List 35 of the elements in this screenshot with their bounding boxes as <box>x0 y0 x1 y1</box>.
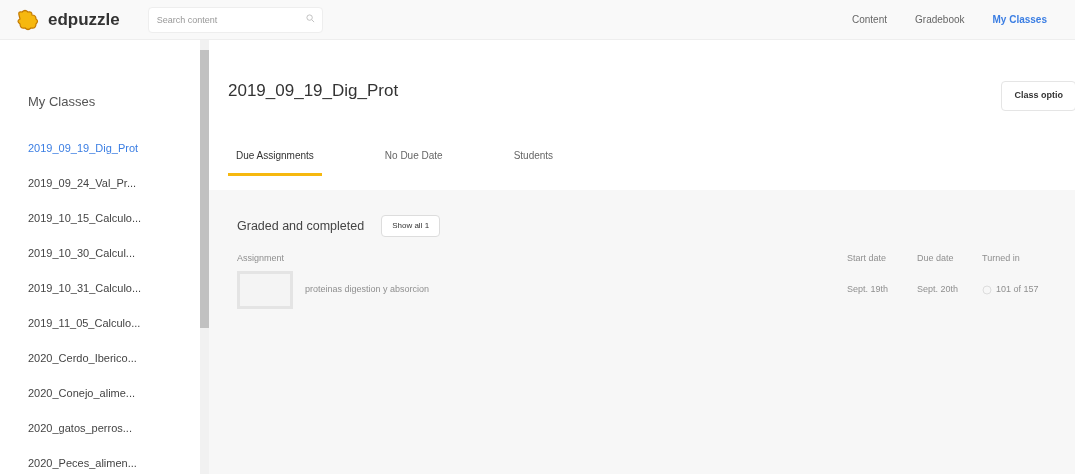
logo-text: edpuzzle <box>48 8 120 31</box>
column-header: Due date <box>917 252 955 266</box>
start-date: Sept. 19th <box>847 283 890 297</box>
class-item[interactable]: 2019_11_05_Calculo... <box>28 314 200 350</box>
tab[interactable]: No Due Date <box>376 148 451 176</box>
class-item[interactable]: 2020_Peces_alimen... <box>28 454 200 474</box>
class-item[interactable]: 2019_10_15_Calculo... <box>28 209 200 245</box>
nav-link[interactable]: Gradebook <box>915 12 965 27</box>
nav-link[interactable]: Content <box>852 12 888 27</box>
puzzle-logo-icon <box>16 8 40 31</box>
column-header: Start date <box>847 252 888 266</box>
tab[interactable]: Students <box>505 148 562 176</box>
column-header: Turned in <box>982 252 1021 266</box>
class-item[interactable]: 2020_Conejo_alime... <box>28 384 200 420</box>
turned-in-count: 101 of 157 <box>996 283 1039 297</box>
scrollbar[interactable] <box>200 40 209 474</box>
search-field[interactable]: Search content <box>147 7 323 33</box>
class-item[interactable]: 2019_10_30_Calcul... <box>28 244 200 280</box>
class-options-button[interactable]: Class optio <box>1001 81 1075 111</box>
nav-link[interactable]: My Classes <box>992 12 1047 27</box>
class-item[interactable]: 2020_gatos_perros... <box>28 419 200 455</box>
assignment-name: proteinas digestion y absorcion <box>305 283 431 297</box>
search-icon <box>305 14 315 23</box>
class-item[interactable]: 2019_10_31_Calculo... <box>28 279 200 315</box>
class-item[interactable]: 2019_09_24_Val_Pr... <box>28 174 200 210</box>
tab[interactable]: Due Assignments <box>228 148 322 176</box>
section-title: Graded and completed <box>237 217 365 235</box>
class-title: 2019_09_19_Dig_Prot <box>228 80 400 102</box>
circle-icon <box>982 285 992 295</box>
column-header: Assignment <box>237 252 286 266</box>
sidebar-title: My Classes <box>28 93 97 111</box>
class-item[interactable]: 2020_Cerdo_Iberico... <box>28 349 200 385</box>
due-date: Sept. 20th <box>917 283 960 297</box>
class-item[interactable]: 2019_09_19_Dig_Prot <box>28 139 200 175</box>
show-all-button[interactable]: Show all 1 <box>381 215 441 237</box>
